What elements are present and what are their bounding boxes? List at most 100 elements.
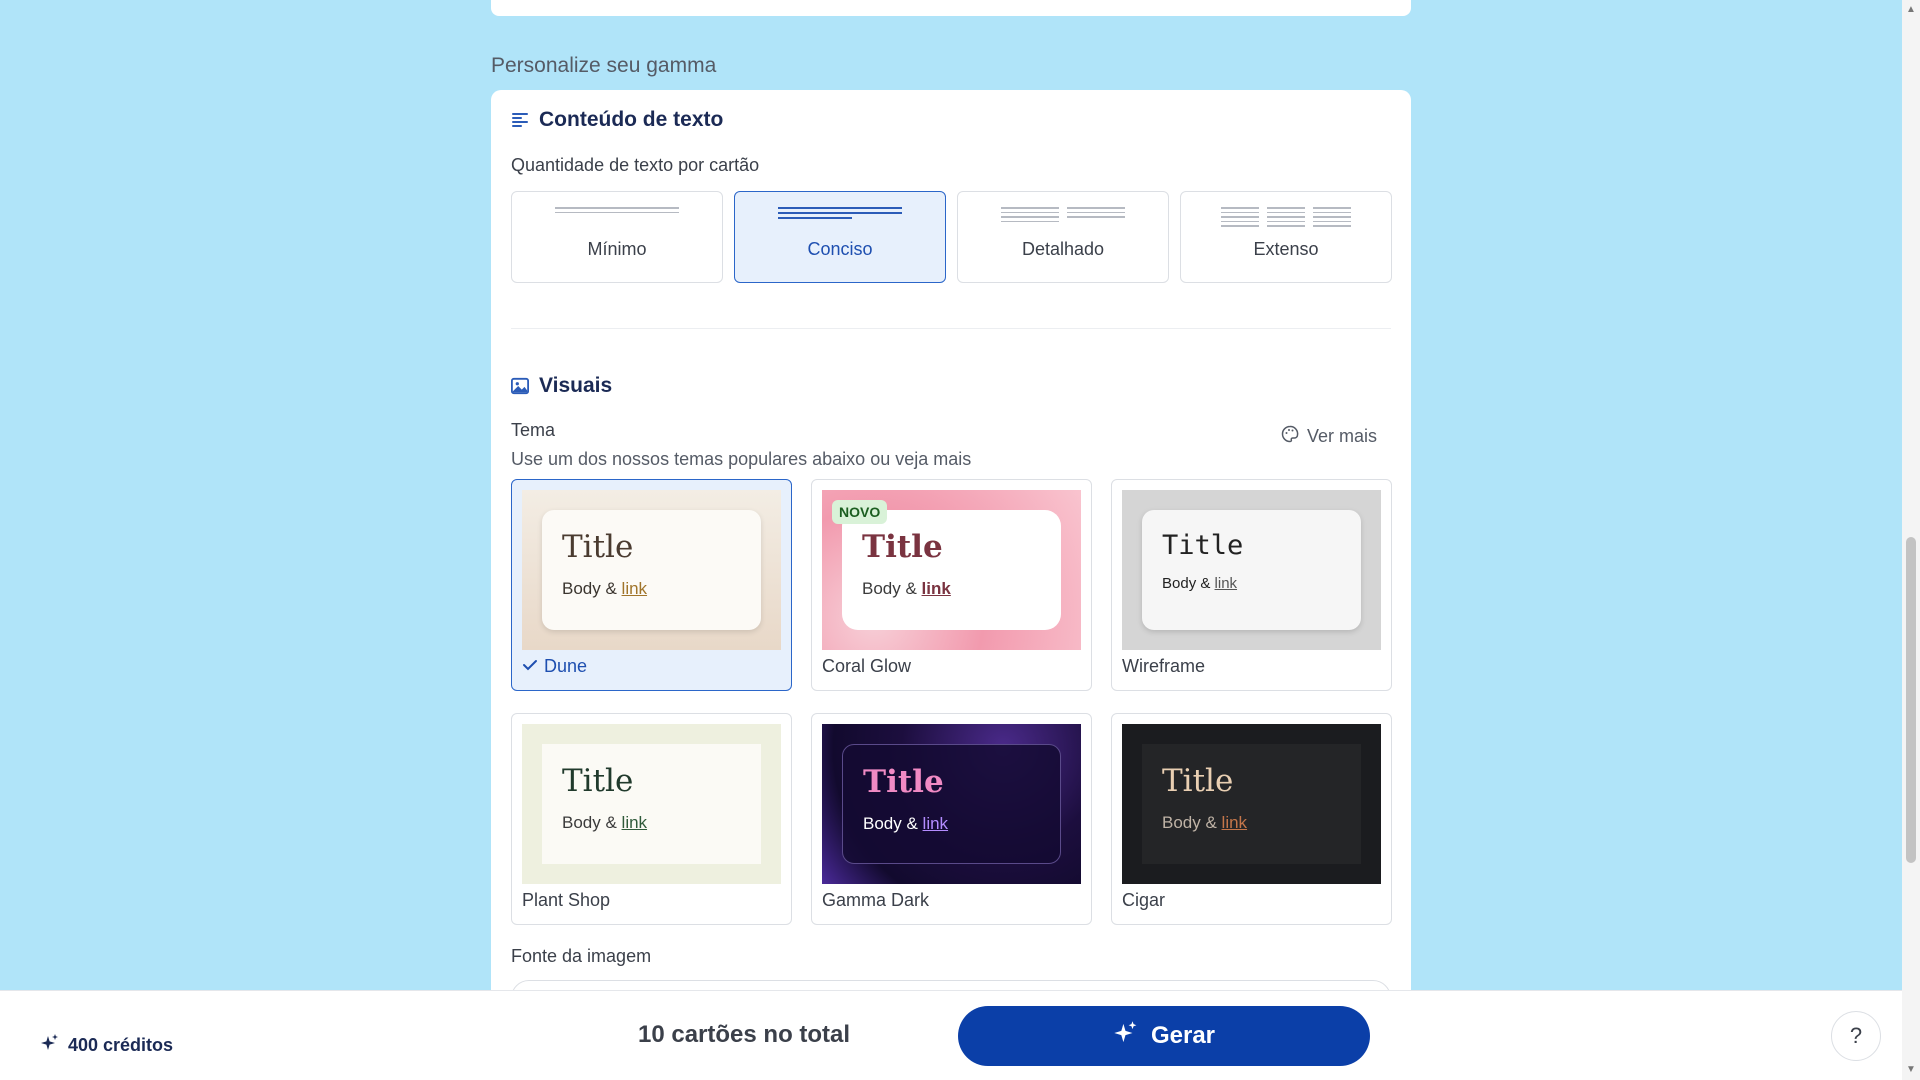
theme-name-label: Coral Glow <box>822 656 912 676</box>
preview-title: Title <box>562 763 634 799</box>
scroll-up-arrow-icon[interactable]: ▲ <box>1906 4 1916 15</box>
theme-name-label: Dune <box>544 656 588 676</box>
total-cards-count: 10 cartões no total <box>638 1021 851 1048</box>
text-amount-option-label: Conciso <box>807 239 873 259</box>
text-amount-option-detalhado[interactable]: Detalhado <box>957 191 1169 283</box>
theme-grid: Title Body & link Dune Title Body & link… <box>511 479 1392 925</box>
preview-link: link <box>922 814 949 833</box>
theme-preview-card: Title Body & link <box>542 744 761 864</box>
help-button[interactable]: ? <box>1831 1011 1881 1061</box>
preview-link: link <box>1221 813 1248 832</box>
preview-title: Title <box>862 529 943 565</box>
density-extensive-icon <box>1221 207 1351 229</box>
density-minimal-icon <box>555 207 679 229</box>
sparkle-icon <box>1113 1020 1139 1053</box>
theme-preview-card: Title Body & link <box>842 510 1061 630</box>
theme-preview-card: Title Body & link <box>542 510 761 630</box>
theme-name-label: Cigar <box>1122 890 1166 910</box>
preview-body: Body & link <box>562 813 741 833</box>
scrollbar-thumb[interactable] <box>1906 537 1916 863</box>
sparkle-icon <box>40 1033 60 1058</box>
previous-card <box>491 0 1411 16</box>
text-amount-option-label: Mínimo <box>587 239 647 259</box>
image-source-label: Fonte da imagem <box>511 946 652 966</box>
page-viewport: Personalize seu gamma Conteúdo de texto … <box>0 0 1902 990</box>
theme-card-coral-glow[interactable]: Title Body & link NOVO Coral Glow <box>811 479 1092 691</box>
theme-card-dune[interactable]: Title Body & link Dune <box>511 479 792 691</box>
theme-card-wireframe[interactable]: Title Body & link Wireframe <box>1111 479 1392 691</box>
text-amount-option-minimo[interactable]: Mínimo <box>511 191 723 283</box>
preview-body: Body & link <box>1162 575 1341 592</box>
text-amount-option-label: Detalhado <box>1021 239 1105 259</box>
credits-indicator[interactable]: 400 créditos <box>40 1033 173 1058</box>
palette-icon <box>1281 425 1299 448</box>
preview-body-text: Body & <box>863 814 923 833</box>
preview-title: Title <box>562 529 634 565</box>
text-amount-options: Mínimo Conciso Detalhado Extenso <box>511 191 1392 283</box>
theme-preview: Title Body & link NOVO <box>822 490 1081 650</box>
preview-body-text: Body & <box>562 579 622 598</box>
customize-panel: Conteúdo de texto Quantidade de texto po… <box>491 90 1411 990</box>
preview-link: link <box>1214 575 1238 592</box>
credits-label: 400 créditos <box>68 1035 174 1055</box>
theme-card-gamma-dark[interactable]: Title Body & link Gamma Dark <box>811 713 1092 925</box>
theme-hint: Use um dos nossos temas populares abaixo… <box>511 449 972 469</box>
new-badge: NOVO <box>832 500 888 524</box>
scroll-down-arrow-icon[interactable]: ▼ <box>1906 1064 1916 1075</box>
footer-bar: 400 créditos 10 cartões no total Gerar ? <box>0 990 1902 1080</box>
text-align-icon <box>511 111 529 129</box>
preview-link: link <box>921 579 951 598</box>
theme-name: Coral Glow <box>822 656 911 677</box>
theme-preview: Title Body & link <box>1122 724 1381 884</box>
preview-link: link <box>621 579 648 598</box>
preview-body-text: Body & <box>1162 813 1222 832</box>
visuals-title: Visuais <box>511 374 612 398</box>
theme-preview: Title Body & link <box>522 490 781 650</box>
theme-preview: Title Body & link <box>822 724 1081 884</box>
theme-label: Tema <box>511 420 556 440</box>
preview-title: Title <box>1162 530 1244 561</box>
preview-title: Title <box>1162 763 1234 799</box>
section-heading: Personalize seu gamma <box>491 54 717 77</box>
preview-body: Body & link <box>863 814 1040 834</box>
see-more-label: Ver mais <box>1306 426 1377 446</box>
theme-name: Wireframe <box>1122 656 1205 677</box>
preview-title: Title <box>863 764 944 800</box>
visuals-heading: Visuais <box>539 374 613 397</box>
preview-body: Body & link <box>562 579 741 599</box>
scrollbar[interactable]: ▲ ▼ <box>1902 0 1920 1080</box>
preview-body-text: Body & <box>562 813 622 832</box>
theme-card-cigar[interactable]: Title Body & link Cigar <box>1111 713 1392 925</box>
text-content-title: Conteúdo de texto <box>511 108 723 132</box>
theme-preview-card: Title Body & link <box>1142 510 1361 630</box>
text-amount-option-conciso[interactable]: Conciso <box>734 191 946 283</box>
generate-button[interactable]: Gerar <box>958 1006 1370 1066</box>
text-content-heading: Conteúdo de texto <box>539 108 724 131</box>
preview-link: link <box>621 813 648 832</box>
preview-body: Body & link <box>862 579 1041 599</box>
preview-body-text: Body & <box>862 579 922 598</box>
density-detailed-icon <box>1001 207 1125 229</box>
text-amount-option-label: Extenso <box>1253 239 1319 259</box>
image-source-select[interactable] <box>511 980 1391 990</box>
theme-name: Plant Shop <box>522 890 610 911</box>
theme-name: Dune <box>522 656 587 677</box>
theme-name: Gamma Dark <box>822 890 929 911</box>
density-concise-icon <box>778 207 902 229</box>
theme-preview-card: Title Body & link <box>1142 744 1361 864</box>
text-amount-option-extenso[interactable]: Extenso <box>1180 191 1392 283</box>
check-icon <box>522 656 538 677</box>
text-amount-label: Quantidade de texto por cartão <box>511 155 760 175</box>
theme-name-label: Plant Shop <box>522 890 611 910</box>
preview-body: Body & link <box>1162 813 1341 833</box>
preview-body-text: Body & <box>1162 575 1215 592</box>
section-divider <box>511 328 1391 329</box>
theme-preview: Title Body & link <box>522 724 781 884</box>
see-more-themes-button[interactable]: Ver mais <box>1281 425 1377 448</box>
theme-name-label: Wireframe <box>1122 656 1206 676</box>
generate-label: Gerar <box>1150 1022 1216 1049</box>
theme-preview-card: Title Body & link <box>842 744 1061 864</box>
theme-name: Cigar <box>1122 890 1165 911</box>
theme-card-plant-shop[interactable]: Title Body & link Plant Shop <box>511 713 792 925</box>
theme-name-label: Gamma Dark <box>822 890 930 910</box>
